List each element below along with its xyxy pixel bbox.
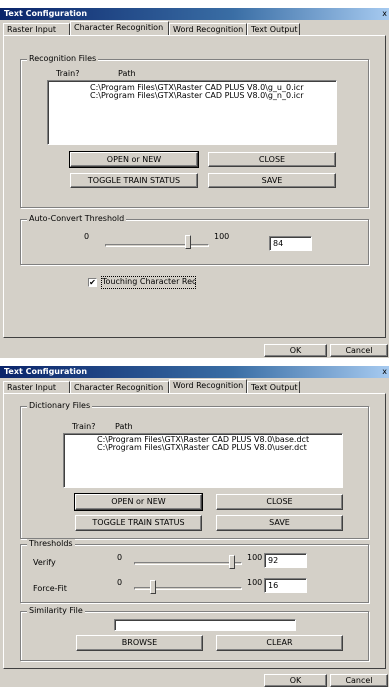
col-path-header: Path <box>115 422 133 431</box>
verify-slider-thumb[interactable] <box>229 555 235 569</box>
tab-word-recognition[interactable]: Word Recognition <box>169 23 247 35</box>
cancel-button[interactable]: Cancel <box>330 674 388 687</box>
list-item[interactable]: C:\Program Files\GTX\Raster CAD PLUS V8.… <box>97 443 307 453</box>
open-new-button[interactable]: OPEN or NEW <box>74 493 203 511</box>
tab-character-recognition[interactable]: Character Recognition <box>70 21 169 35</box>
toggle-train-status-button[interactable]: TOGGLE TRAIN STATUS <box>70 173 198 188</box>
title-bar[interactable]: Text Configuration x <box>0 366 389 378</box>
auto-convert-threshold-group: Auto-Convert Threshold 0 100 84 <box>20 214 369 265</box>
tab-raster-input[interactable]: Raster Input <box>3 23 70 35</box>
browse-label: BROWSE <box>121 638 158 647</box>
thresholds-legend: Thresholds <box>27 539 75 549</box>
close-button[interactable]: CLOSE <box>216 494 343 510</box>
close-icon[interactable]: x <box>382 366 387 378</box>
auto-convert-slider-thumb[interactable] <box>185 235 191 249</box>
toggle-train-status-label: TOGGLE TRAIN STATUS <box>87 176 181 185</box>
dialog-title: Text Configuration <box>4 9 88 18</box>
touching-character-label[interactable]: Touching Character Rec <box>102 277 196 287</box>
ok-label: OK <box>289 346 302 355</box>
tab-text-output[interactable]: Text Output <box>247 23 300 35</box>
dictionary-files-list[interactable]: Train? Path C:\Program Files\GTX\Raster … <box>63 422 343 488</box>
title-bar[interactable]: Text Configuration x <box>0 8 389 20</box>
close-icon[interactable]: x <box>382 8 387 20</box>
tab-character-recognition[interactable]: Character Recognition <box>70 381 169 393</box>
verify-min-label: 0 <box>117 553 123 562</box>
save-button[interactable]: SAVE <box>216 515 343 531</box>
similarity-file-field[interactable] <box>114 619 296 631</box>
verify-max-label: 100 <box>247 553 263 562</box>
slider-min-label: 0 <box>84 232 90 241</box>
close-button[interactable]: CLOSE <box>208 152 336 167</box>
recognition-files-group: Recognition Files Train? Path C:\Program… <box>20 54 369 208</box>
recognition-files-list[interactable]: Train? Path C:\Program Files\GTX\Raster … <box>47 69 337 145</box>
toggle-train-status-label: TOGGLE TRAIN STATUS <box>92 518 185 527</box>
open-new-button[interactable]: OPEN or NEW <box>69 151 199 168</box>
close-label: CLOSE <box>266 497 293 506</box>
open-new-label: OPEN or NEW <box>111 497 166 506</box>
cancel-label: Cancel <box>345 346 373 355</box>
list-item[interactable]: C:\Program Files\GTX\Raster CAD PLUS V8.… <box>90 91 304 101</box>
force-fit-value-field[interactable]: 16 <box>264 578 307 593</box>
open-new-label: OPEN or NEW <box>106 155 162 164</box>
verify-value-field[interactable]: 92 <box>264 553 307 568</box>
clear-button[interactable]: CLEAR <box>216 635 343 651</box>
save-label: SAVE <box>261 176 283 185</box>
force-fit-slider-thumb[interactable] <box>150 580 156 594</box>
auto-convert-value-field[interactable]: 84 <box>269 236 312 251</box>
ok-button[interactable]: OK <box>264 344 327 357</box>
thresholds-group: Thresholds Verify 0 100 92 Force-Fit 0 1… <box>20 539 369 603</box>
ok-label: OK <box>289 676 302 685</box>
tab-panel: Dictionary Files Train? Path C:\Program … <box>3 393 386 669</box>
save-label: SAVE <box>269 518 290 527</box>
dictionary-files-group: Dictionary Files Train? Path C:\Program … <box>20 401 369 539</box>
tab-panel: Recognition Files Train? Path C:\Program… <box>3 35 386 338</box>
auto-convert-threshold-legend: Auto-Convert Threshold <box>27 214 127 224</box>
verify-label: Verify <box>33 558 56 567</box>
col-train-header: Train? <box>56 69 80 78</box>
tab-raster-input[interactable]: Raster Input <box>3 381 70 393</box>
save-button[interactable]: SAVE <box>208 173 336 188</box>
tab-word-recognition[interactable]: Word Recognition <box>169 379 247 393</box>
force-fit-max-label: 100 <box>247 578 263 587</box>
verify-slider-track[interactable] <box>134 562 242 565</box>
clear-label: CLEAR <box>266 638 293 647</box>
slider-max-label: 100 <box>214 232 230 241</box>
text-configuration-dialog-1: Text Configuration x Raster Input Charac… <box>0 8 389 358</box>
auto-convert-slider-track[interactable] <box>105 244 209 247</box>
col-path-header: Path <box>118 69 136 78</box>
force-fit-min-label: 0 <box>117 578 123 587</box>
col-train-header: Train? <box>72 422 96 431</box>
text-configuration-dialog-2: Text Configuration x Raster Input Charac… <box>0 366 389 687</box>
dictionary-files-legend: Dictionary Files <box>27 401 93 411</box>
force-fit-label: Force-Fit <box>33 584 67 593</box>
tab-text-output[interactable]: Text Output <box>247 381 300 393</box>
browse-button[interactable]: BROWSE <box>76 635 203 651</box>
cancel-button[interactable]: Cancel <box>330 344 388 357</box>
touching-character-checkbox[interactable]: ✔ <box>88 278 97 287</box>
toggle-train-status-button[interactable]: TOGGLE TRAIN STATUS <box>75 515 202 531</box>
similarity-file-group: Similarity File BROWSE CLEAR <box>20 606 369 661</box>
cancel-label: Cancel <box>345 676 373 685</box>
close-label: CLOSE <box>258 155 286 164</box>
ok-button[interactable]: OK <box>264 674 327 687</box>
similarity-file-legend: Similarity File <box>27 606 85 616</box>
recognition-files-legend: Recognition Files <box>27 54 99 64</box>
dialog-title: Text Configuration <box>4 367 88 376</box>
